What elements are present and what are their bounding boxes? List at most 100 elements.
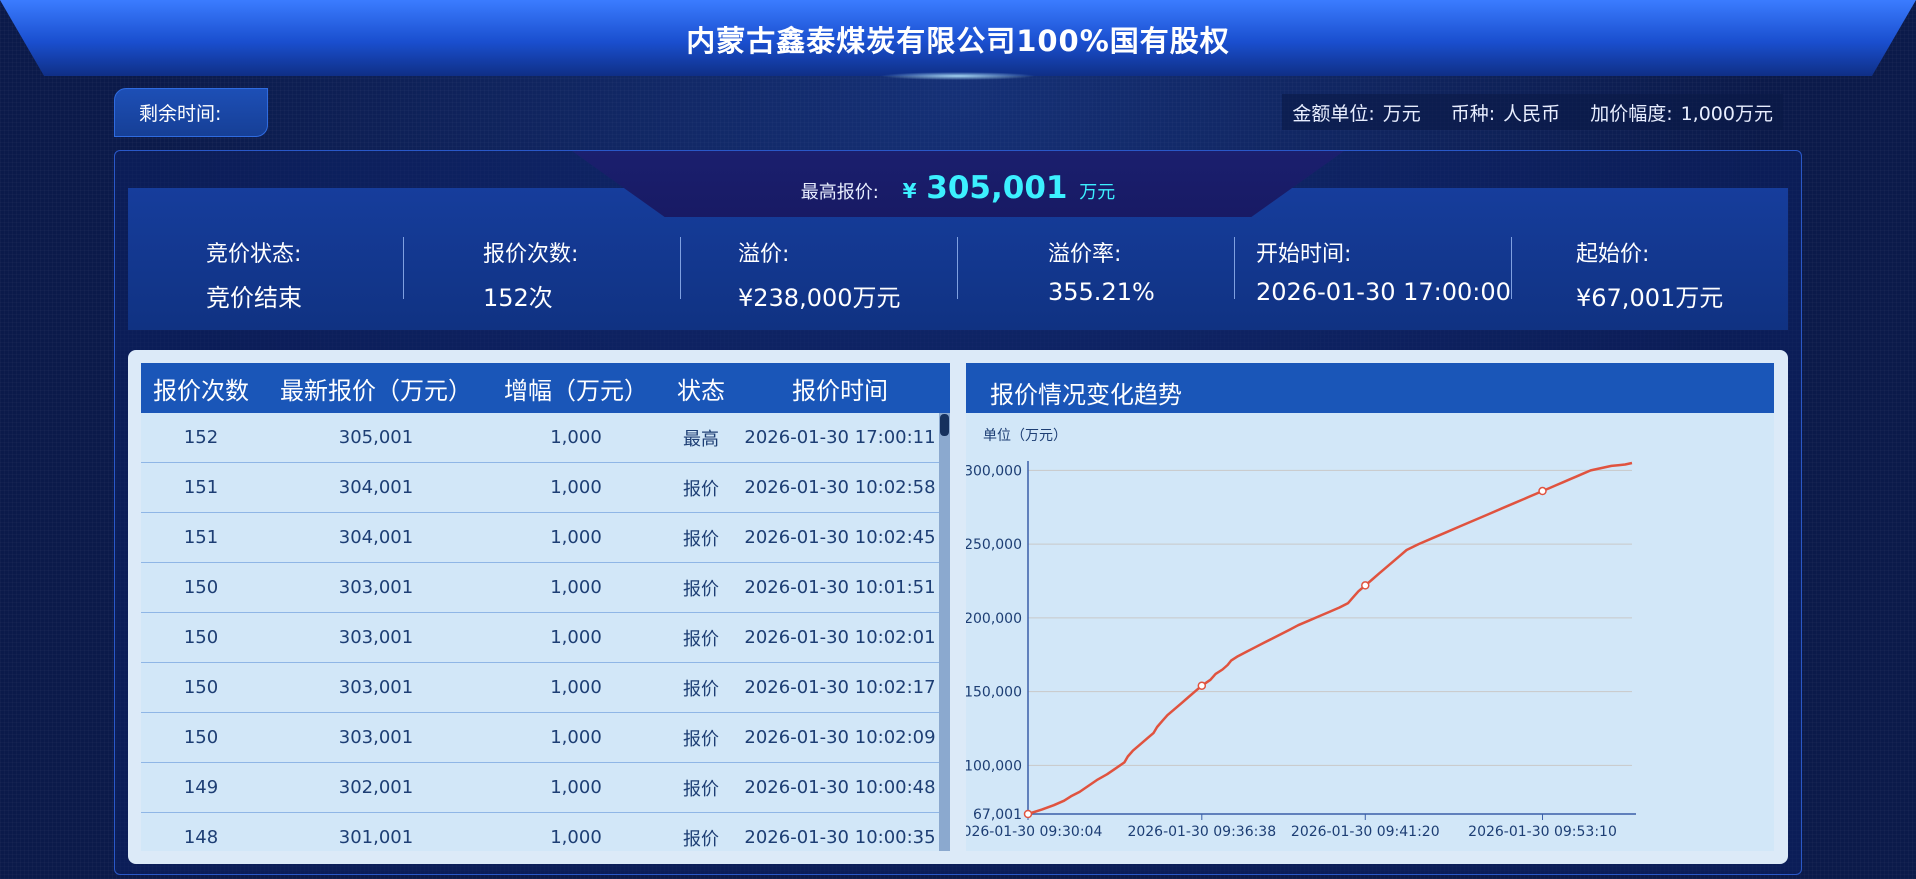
cell-bid-time: 2026-01-30 10:02:09	[744, 727, 936, 748]
x-tick-label: 2026-01-30 09:53:10	[1468, 824, 1617, 840]
cell-bid-count: 150	[183, 677, 219, 698]
highest-bid-currency: ¥	[902, 179, 917, 203]
cell-status: 报价	[683, 528, 719, 550]
stat-count: 报价次数: 152次	[483, 236, 578, 313]
currency-value: 人民币	[1503, 102, 1561, 125]
stat-base-price-label: 起始价:	[1576, 242, 1650, 267]
cell-bid-time: 2026-01-30 17:00:11	[744, 427, 936, 448]
highest-bid-value: 305,001	[926, 170, 1068, 206]
stat-start-time-value: 2026-01-30 17:00:00	[1256, 278, 1511, 306]
cell-latest-price: 301,001	[338, 827, 414, 848]
remaining-time: 剩余时间:	[114, 88, 268, 137]
remaining-time-label: 剩余时间:	[139, 103, 222, 125]
series-point	[1361, 581, 1370, 590]
x-tick-label: 2026-01-30 09:41:20	[1291, 824, 1440, 840]
y-tick-label: 250,000	[966, 537, 1022, 553]
stat-divider	[403, 237, 404, 299]
currency-label: 币种:	[1450, 102, 1496, 125]
x-tick-label: 2026-01-30 09:30:04	[966, 824, 1102, 840]
cell-bid-time: 2026-01-30 10:02:01	[744, 627, 936, 648]
cell-status: 报价	[683, 778, 719, 800]
cell-status: 报价	[683, 478, 719, 500]
stat-rate-value: 355.21%	[1048, 278, 1155, 306]
unit-info: 金额单位: 万元 币种: 人民币 加价幅度: 1,000万元	[1282, 94, 1783, 130]
table-row: 150 303,001 1,000 报价 2026-01-30 10:02:17	[141, 663, 939, 713]
y-tick-label: 300,000	[966, 463, 1022, 479]
highest-bid-label: 最高报价:	[800, 182, 879, 203]
stat-status-label: 竞价状态:	[206, 242, 302, 267]
amount-unit-label: 金额单位:	[1292, 102, 1375, 125]
y-tick-label: 100,000	[966, 758, 1022, 774]
cell-bid-count: 151	[183, 477, 219, 498]
cell-increment: 1,000	[550, 627, 602, 648]
cell-increment: 1,000	[550, 527, 602, 548]
cell-bid-count: 150	[183, 627, 219, 648]
table-scrollbar[interactable]	[939, 413, 950, 851]
y-tick-label: 200,000	[966, 611, 1022, 627]
table-row: 150 303,001 1,000 报价 2026-01-30 10:02:09	[141, 713, 939, 763]
cell-latest-price: 303,001	[338, 577, 414, 598]
series-point	[1197, 681, 1207, 690]
stat-base-price-value: ¥67,001万元	[1576, 284, 1724, 312]
cell-latest-price: 303,001	[338, 727, 414, 748]
cell-bid-count: 151	[183, 527, 219, 548]
stat-premium-value: ¥238,000万元	[738, 284, 901, 312]
col-latest-price: 最新报价（万元）	[280, 376, 472, 405]
stat-status: 竞价状态: 竞价结束	[206, 236, 302, 313]
cell-increment: 1,000	[550, 477, 602, 498]
x-tick-label: 2026-01-30 09:36:38	[1127, 824, 1276, 840]
series-point	[1538, 486, 1547, 496]
stat-status-value: 竞价结束	[206, 284, 302, 312]
table-row: 149 302,001 1,000 报价 2026-01-30 10:00:48	[141, 763, 939, 813]
amount-unit-value: 万元	[1382, 102, 1421, 125]
chart-header: 报价情况变化趋势	[966, 363, 1774, 413]
table-scrollbar-thumb[interactable]	[940, 414, 949, 436]
highest-bid: 最高报价: ¥ 305,001 万元	[572, 170, 1344, 206]
cell-latest-price: 302,001	[338, 777, 414, 798]
cell-latest-price: 304,001	[338, 477, 414, 498]
highest-bid-unit: 万元	[1079, 182, 1116, 203]
cell-latest-price: 303,001	[338, 677, 414, 698]
cell-increment: 1,000	[550, 427, 602, 448]
cell-bid-time: 2026-01-30 10:02:58	[744, 477, 936, 498]
cell-latest-price: 304,001	[338, 527, 414, 548]
table-row: 152 305,001 1,000 最高 2026-01-30 17:00:11	[141, 413, 939, 463]
cell-status: 最高	[683, 428, 719, 450]
cell-bid-time: 2026-01-30 10:01:51	[744, 577, 936, 598]
col-bid-count: 报价次数	[153, 376, 249, 405]
cell-bid-count: 149	[183, 777, 219, 798]
increment-label: 加价幅度:	[1590, 102, 1673, 125]
stat-start-time: 开始时间: 2026-01-30 17:00:00	[1256, 236, 1511, 306]
stat-divider	[680, 237, 681, 299]
price-trend-chart: 单位（万元） 67,001 100,000 150,000 200,000 250,000…	[966, 413, 1774, 851]
bid-table-body[interactable]: 152 305,001 1,000 最高 2026-01-30 17:00:11…	[141, 413, 939, 851]
y-tick-label: 150,000	[966, 685, 1022, 701]
stat-rate-label: 溢价率:	[1048, 242, 1122, 267]
cell-increment: 1,000	[550, 577, 602, 598]
price-series-line	[1027, 461, 1633, 816]
stat-premium: 溢价: ¥238,000万元	[738, 236, 901, 313]
cell-increment: 1,000	[550, 777, 602, 798]
cell-status: 报价	[683, 628, 719, 650]
price-trend-svg: 单位（万元） 67,001 100,000 150,000 200,000 250,000…	[966, 428, 1636, 840]
table-row: 151 304,001 1,000 报价 2026-01-30 10:02:58	[141, 463, 939, 513]
stat-divider	[1511, 237, 1512, 299]
col-increment: 增幅（万元）	[504, 376, 648, 405]
series-point	[1023, 809, 1033, 819]
cell-latest-price: 303,001	[338, 627, 414, 648]
stat-divider	[957, 237, 958, 299]
cell-status: 报价	[683, 578, 719, 600]
y-tick-label: 67,001	[973, 807, 1022, 823]
cell-bid-count: 150	[183, 727, 219, 748]
cell-latest-price: 305,001	[338, 427, 414, 448]
cell-status: 报价	[683, 828, 719, 850]
stat-premium-label: 溢价:	[738, 242, 790, 267]
cell-increment: 1,000	[550, 677, 602, 698]
cell-increment: 1,000	[550, 727, 602, 748]
cell-bid-time: 2026-01-30 10:00:48	[744, 777, 936, 798]
header-glow	[880, 72, 1036, 80]
stat-base-price: 起始价: ¥67,001万元	[1576, 236, 1723, 313]
cell-bid-count: 150	[183, 577, 219, 598]
cell-increment: 1,000	[550, 827, 602, 848]
cell-status: 报价	[683, 678, 719, 700]
